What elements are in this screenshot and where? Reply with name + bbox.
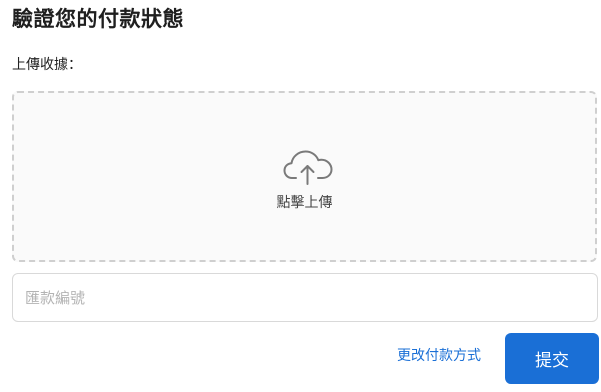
payment-verification-page: 驗證您的付款狀態 上傳收據： 點擊上傳 更改付款方式 提交: [0, 0, 601, 392]
receipt-upload-label: 上傳收據：: [12, 57, 82, 73]
receipt-upload-dropzone[interactable]: 點擊上傳: [12, 91, 597, 262]
page-title: 驗證您的付款狀態: [12, 7, 184, 31]
change-payment-method-link[interactable]: 更改付款方式: [397, 346, 481, 366]
submit-button[interactable]: 提交: [505, 333, 599, 384]
upload-prompt-text: 點擊上傳: [276, 195, 333, 211]
cloud-upload-icon: [283, 150, 333, 185]
remittance-number-input[interactable]: [12, 273, 598, 322]
